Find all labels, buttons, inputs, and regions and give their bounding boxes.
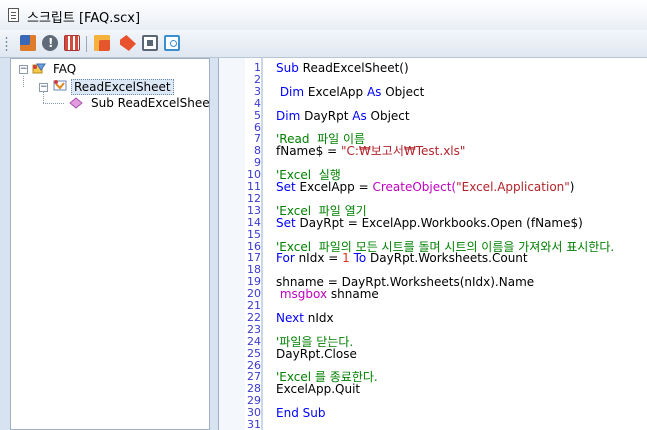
code-token: "Excel.Application" xyxy=(456,180,570,194)
code-token: Set xyxy=(276,215,300,230)
code-token: Object xyxy=(385,84,425,99)
code-token: To xyxy=(353,251,371,266)
script-project-icon xyxy=(32,62,46,74)
window-title: 스크립트 [FAQ.scx] xyxy=(27,11,141,26)
code-token: nIdx = xyxy=(298,251,343,266)
code-line[interactable]: 11 Set ExcelApp = CreateObject("Excel.App… xyxy=(219,181,647,194)
code-token: Dim xyxy=(276,108,305,123)
code-token: DayRpt xyxy=(304,108,353,123)
code-text: End Sub xyxy=(276,407,325,419)
code-text: Set ExcelApp = CreateObject("Excel.Appli… xyxy=(276,181,574,193)
code-editor[interactable]: 1 Sub ReadExcelSheet() 2 3 Dim ExcelApp As … xyxy=(218,58,647,430)
toolbar-separator xyxy=(86,36,87,52)
code-token: ExcelApp = xyxy=(299,180,373,194)
code-line[interactable]: 5 Dim DayRpt As Object xyxy=(219,108,647,122)
code-token: Object xyxy=(370,108,410,123)
code-token: Next xyxy=(276,310,308,325)
code-token: "C:₩보고서₩Test.xls" xyxy=(340,144,466,159)
tag-icon[interactable] xyxy=(120,35,136,51)
line-number: 31 xyxy=(247,418,261,430)
line-number: 4 xyxy=(254,96,261,110)
code-text: Set DayRpt = ExcelApp.Workbooks.Open (fN… xyxy=(276,217,583,229)
title-bar: 스크립트 [FAQ.scx] xyxy=(0,0,647,31)
find-icon[interactable] xyxy=(164,35,180,51)
code-line[interactable]: 20 msgbox shname xyxy=(219,288,647,301)
calendar-icon[interactable] xyxy=(64,35,80,51)
code-token: ExcelApp.Quit xyxy=(276,382,361,397)
code-text: Dim ExcelApp As Object xyxy=(276,84,425,99)
line-number: 3 xyxy=(254,84,261,98)
code-line[interactable]: 22 Next nIdx xyxy=(219,311,647,324)
line-number: 5 xyxy=(254,108,261,122)
code-line[interactable]: 30 End Sub xyxy=(219,407,647,420)
code-line[interactable]: 14 Set DayRpt = ExcelApp.Workbooks.Open (… xyxy=(219,215,647,229)
line-number: 24 xyxy=(247,334,261,348)
code-token: CreateObject( xyxy=(372,180,457,194)
code-token: fName$ = xyxy=(276,144,341,159)
module-icon xyxy=(53,79,67,91)
code-text: DayRpt.Close xyxy=(276,348,357,360)
line-number: 14 xyxy=(247,215,261,229)
code-token: DayRpt = ExcelApp.Workbooks.Open (fName$… xyxy=(299,215,583,230)
code-token: ) xyxy=(569,180,575,194)
tree-line xyxy=(43,103,65,104)
procedure-icon xyxy=(69,97,83,109)
code-text: fName$ = "C:₩보고서₩Test.xls" xyxy=(276,145,465,157)
tree-line xyxy=(43,92,44,103)
code-line[interactable]: 8 fName$ = "C:₩보고서₩Test.xls" xyxy=(219,145,647,158)
pane-splitter[interactable] xyxy=(210,58,218,430)
code-token: msgbox xyxy=(276,287,331,302)
code-token: DayRpt.Close xyxy=(276,346,357,361)
run-script-icon[interactable] xyxy=(94,35,110,51)
line-number: 23 xyxy=(247,322,261,336)
code-token: As xyxy=(366,84,386,99)
code-token: As xyxy=(352,108,371,123)
code-token: ExcelApp xyxy=(307,84,367,99)
tree-item-readexcelsheet-sub[interactable]: Sub ReadExcelSheet xyxy=(91,96,214,110)
code-text: ExcelApp.Quit xyxy=(276,383,360,395)
code-text: Dim DayRpt As Object xyxy=(276,110,410,122)
code-token: ReadExcelSheet() xyxy=(302,61,409,75)
tree-line xyxy=(23,76,24,88)
code-token: Dim xyxy=(276,84,308,99)
code-text: msgbox shname xyxy=(276,288,379,300)
code-line[interactable]: 31 xyxy=(219,419,647,430)
code-token: 1 xyxy=(342,251,354,266)
code-line[interactable]: 17 For nIdx = 1 To DayRpt.Worksheets.Coun… xyxy=(219,252,647,265)
code-text: For nIdx = 1 To DayRpt.Worksheets.Count xyxy=(276,252,528,264)
toolbar-grip[interactable] xyxy=(5,36,8,51)
toolbar xyxy=(0,30,647,58)
code-line[interactable]: 1 Sub ReadExcelSheet() xyxy=(219,62,647,75)
code-token: DayRpt.Worksheets.Count xyxy=(370,251,528,266)
tree-expander-module[interactable]: − xyxy=(39,83,48,92)
line-number: 15 xyxy=(247,227,261,241)
code-token: For xyxy=(276,251,299,266)
debug-icon[interactable] xyxy=(20,35,36,51)
code-line[interactable]: 28 ExcelApp.Quit xyxy=(219,383,647,396)
code-line[interactable]: 25 DayRpt.Close xyxy=(219,346,647,360)
line-number: 25 xyxy=(247,346,261,360)
window-icon[interactable] xyxy=(142,35,158,51)
document-icon xyxy=(8,8,19,22)
code-token: shname xyxy=(330,287,379,302)
line-number: 13 xyxy=(247,203,261,217)
code-text: Sub ReadExcelSheet() xyxy=(276,62,409,74)
code-token: nIdx xyxy=(307,310,334,325)
code-token: Sub xyxy=(276,61,303,75)
code-token: End Sub xyxy=(276,406,326,421)
code-line[interactable]: 3 Dim ExcelApp As Object xyxy=(219,84,647,99)
tree-expander-root[interactable]: − xyxy=(19,65,28,74)
info-icon[interactable] xyxy=(42,35,58,51)
tree-item-faq[interactable]: FAQ xyxy=(53,62,76,76)
code-text: Next nIdx xyxy=(276,312,334,324)
tree-item-readexcelsheet-module[interactable]: ReadExcelSheet xyxy=(71,79,174,95)
code-token: Set xyxy=(276,180,300,194)
script-tree: − FAQ − ReadExcelSheet Sub ReadExcelShee… xyxy=(10,58,214,430)
